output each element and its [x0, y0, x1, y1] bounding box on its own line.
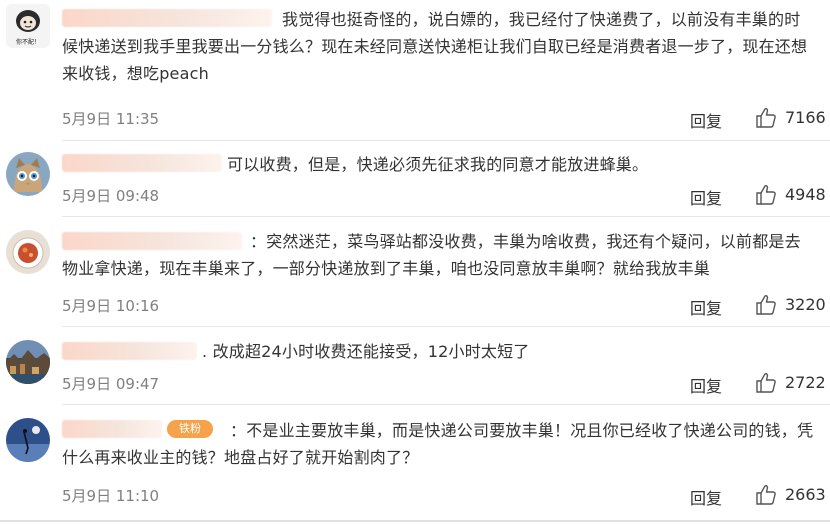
comment-date: 5月9日 11:10: [62, 487, 160, 505]
comment-text: 我觉得也挺奇怪的，说白嫖的，我已经付了快递费了，以前没有丰巢的时候快递送到我手里…: [62, 10, 808, 83]
landscape-avatar-image: [6, 340, 50, 384]
comment-text: . 改成超24小时收费还能接受，12小时太短了: [202, 342, 530, 361]
like-button[interactable]: 2722: [755, 372, 826, 394]
divider: [62, 140, 830, 141]
reply-button[interactable]: 回复: [690, 108, 722, 132]
like-button[interactable]: 7166: [755, 107, 826, 129]
thumb-up-icon: [756, 373, 776, 393]
like-count: 7166: [785, 108, 826, 127]
like-button[interactable]: 3220: [755, 294, 826, 316]
meme-avatar-image: 你不配！: [6, 4, 50, 48]
reply-button[interactable]: 回复: [690, 295, 722, 319]
thumb-up-icon: [756, 485, 776, 505]
like-button[interactable]: 4948: [755, 184, 826, 206]
comment-item: 你不配！ 我觉得也挺奇怪的，说白嫖的，我已经付了快递费了，以前没有丰巢的时候快递…: [0, 0, 830, 135]
comment-text: 可以收费，但是，快递必须先征求我的同意才能放进蜂巢。: [227, 155, 649, 174]
like-count: 2722: [785, 373, 826, 392]
like-count: 3220: [785, 295, 826, 314]
like-count: 2663: [785, 485, 826, 504]
avatar[interactable]: [6, 418, 50, 462]
thumb-up-icon: [756, 108, 776, 128]
like-count: 4948: [785, 185, 826, 204]
comment-text: ：不是业主要放丰巢，而是快递公司要放丰巢！况且你已经收了快递公司的钱，凭什么再来…: [62, 421, 814, 467]
avatar[interactable]: [6, 340, 50, 384]
sky-avatar-image: [6, 418, 50, 462]
food-avatar-image: [6, 230, 50, 274]
comment-text: ：突然迷茫，菜鸟驿站都没收费，丰巢为啥收费，我还有个疑问，以前都是去物业拿快递，…: [62, 232, 801, 278]
divider: [62, 404, 830, 405]
avatar[interactable]: [6, 230, 50, 274]
cat-avatar-image: [6, 152, 50, 196]
reply-button[interactable]: 回复: [690, 185, 722, 209]
thumb-up-icon: [756, 295, 776, 315]
reply-button[interactable]: 回复: [690, 485, 722, 509]
like-button[interactable]: 2663: [755, 484, 826, 506]
comment-item: 可以收费，但是，快递必须先征求我的同意才能放进蜂巢。 5月9日 09:48 回复…: [0, 145, 830, 215]
comment-item: ：突然迷茫，菜鸟驿站都没收费，丰巢为啥收费，我还有个疑问，以前都是去物业拿快递，…: [0, 222, 830, 322]
reply-button[interactable]: 回复: [690, 373, 722, 397]
comment-date: 5月9日 09:47: [62, 375, 160, 393]
bottom-divider: [0, 520, 830, 522]
comment-date: 5月9日 11:35: [62, 110, 160, 128]
avatar[interactable]: 你不配！: [6, 4, 50, 48]
comment-date: 5月9日 10:16: [62, 297, 160, 315]
comment-date: 5月9日 09:48: [62, 187, 160, 205]
avatar-caption: 你不配！: [16, 38, 40, 46]
comment-item: . 改成超24小时收费还能接受，12小时太短了 5月9日 09:47 回复 27…: [0, 332, 830, 402]
avatar[interactable]: [6, 152, 50, 196]
divider: [62, 216, 830, 217]
comment-item: 铁粉 ：不是业主要放丰巢，而是快递公司要放丰巢！况且你已经收了快递公司的钱，凭什…: [0, 411, 830, 511]
thumb-up-icon: [756, 185, 776, 205]
divider: [62, 326, 830, 327]
